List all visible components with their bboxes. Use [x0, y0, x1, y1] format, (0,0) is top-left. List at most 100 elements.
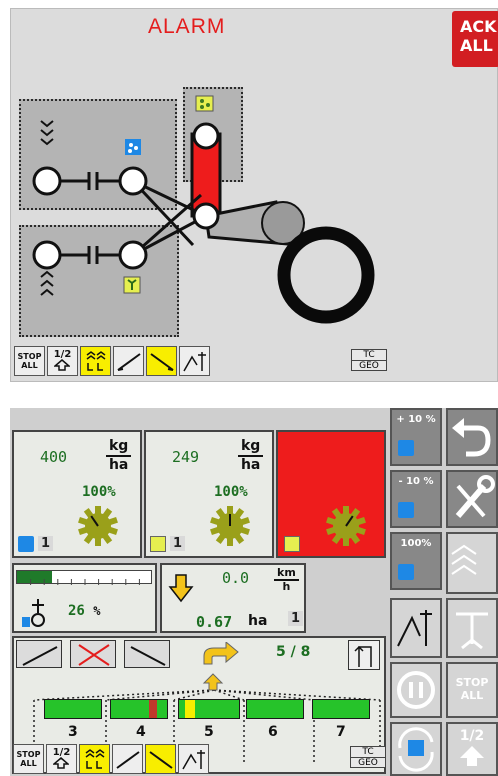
spinner-disc-right-icon [210, 506, 250, 546]
spreader-diagram [32, 95, 375, 324]
rate-reset-button[interactable]: 100% [390, 532, 442, 590]
water-drop-icon [18, 536, 34, 552]
headland-button[interactable] [178, 744, 209, 774]
headland-button[interactable] [179, 346, 210, 376]
tree-icon [150, 536, 166, 552]
work-screen: 400 kg ha 100% 1 249 kg ha 100% 1 26 % 0… [10, 408, 498, 776]
right-disc-top [118, 166, 148, 196]
rate-right-percent: 100% [214, 484, 248, 500]
speed-unit: km h [274, 567, 299, 593]
unit-kg: kg [106, 438, 132, 457]
section-3-bar[interactable] [44, 699, 102, 719]
all-label: ALL [20, 759, 37, 768]
half-width-button[interactable]: 1/2 [47, 346, 78, 376]
spread-direction-bottom-icon [40, 270, 54, 296]
hopper-percent-value: 26 [68, 603, 85, 619]
spread-pattern-side-button[interactable] [446, 532, 498, 594]
rate-panel-right[interactable]: 249 kg ha 100% 1 [144, 430, 274, 558]
speed-value: 0.0 [222, 569, 250, 587]
arrow-down-icon [168, 574, 194, 603]
rate-left-value: 400 [40, 448, 68, 466]
section-7-label: 7 [336, 724, 346, 740]
spread-direction-top-icon [40, 120, 54, 146]
rate-minus-button[interactable]: - 10 % [390, 470, 442, 528]
section-7-bar[interactable] [312, 699, 370, 719]
headland-icon [182, 352, 206, 372]
geo-label: GEO [351, 757, 385, 768]
section-4-bar[interactable] [110, 699, 168, 719]
water-drop-icon [398, 440, 414, 456]
border-spread-right-button[interactable] [145, 744, 176, 774]
section-right-number: 1 [170, 536, 186, 551]
arrow-up-icon [202, 673, 224, 691]
refill-button[interactable] [390, 722, 442, 776]
half-width-button[interactable]: 1/2 [46, 744, 77, 774]
spread-pattern-button[interactable] [80, 346, 111, 376]
section-6-label: 6 [268, 724, 278, 740]
hopper-seed-icon [195, 95, 214, 112]
hopper-percent-unit: % [93, 604, 101, 618]
unit-kg: kg [238, 438, 264, 457]
spread-chevrons-icon [451, 544, 477, 575]
section-6-bar[interactable] [246, 699, 304, 719]
back-button[interactable] [446, 408, 498, 466]
pause-button[interactable] [390, 662, 442, 718]
tc-geo-button[interactable]: TC GEO [350, 746, 386, 768]
border-spread-right-button[interactable] [146, 346, 177, 376]
headland-icon [397, 610, 432, 647]
unit-km: km [274, 567, 299, 581]
rate-left-percent: 100% [82, 484, 116, 500]
hopper-level-bar [16, 570, 152, 585]
tc-label: TC [363, 350, 375, 360]
half-label: 1/2 [459, 728, 485, 744]
rate-plus-label: + 10 % [396, 414, 436, 425]
area-counter[interactable]: 1 [288, 611, 304, 626]
hopper-scale [30, 579, 140, 585]
section-5-bar[interactable] [178, 699, 240, 719]
section-5-label: 5 [204, 724, 214, 740]
wrench-icon [455, 475, 495, 518]
headland-icon [181, 750, 205, 770]
border-spread-left-button[interactable] [112, 744, 143, 774]
stop-all-button[interactable]: STOP ALL [13, 744, 44, 774]
area-unit: ha [248, 613, 268, 629]
spinner-disc-fault-icon [326, 506, 366, 546]
rate-reset-label: 100% [400, 538, 432, 549]
section-4-label: 4 [136, 724, 146, 740]
stop-label: STOP [16, 750, 41, 759]
tc-geo-button[interactable]: TC GEO [351, 349, 387, 371]
all-label: ALL [21, 361, 38, 370]
rate-plus-button[interactable]: + 10 % [390, 408, 442, 466]
top-toolbar: STOP ALL 1/2 [14, 346, 210, 376]
stop-all-side-button[interactable]: STOP ALL [446, 662, 498, 718]
section-left-number: 1 [38, 536, 54, 551]
tc-label: TC [362, 747, 374, 757]
spread-pattern-button[interactable] [79, 744, 110, 774]
hopper-percent: 26 % [68, 603, 101, 619]
pause-icon [397, 671, 435, 709]
stop-label: STOP [455, 676, 489, 689]
rate-left-unit: kg ha [106, 438, 132, 474]
half-width-side-button[interactable]: 1/2 [446, 722, 498, 776]
water-drop-icon [398, 502, 414, 518]
settings-button[interactable] [446, 470, 498, 528]
rate-minus-label: - 10 % [398, 476, 434, 487]
rate-right-value: 249 [172, 448, 200, 466]
headland-side-button[interactable] [390, 598, 442, 658]
border-spread-left-icon [115, 751, 140, 769]
water-drop-icon [398, 564, 414, 580]
border-spread-right-icon [148, 751, 173, 769]
rate-right-unit: kg ha [238, 438, 264, 474]
unit-ha: ha [240, 457, 261, 473]
bottom-toolbar: STOP ALL 1/2 [13, 744, 209, 774]
hopper-seed-icon [284, 536, 300, 552]
border-spread-right-icon [149, 353, 174, 371]
unit-h: h [282, 580, 291, 593]
fault-panel[interactable] [276, 430, 386, 558]
tramline-icon [456, 612, 488, 650]
stop-all-button[interactable]: STOP ALL [14, 346, 45, 376]
border-spread-left-button[interactable] [113, 346, 144, 376]
tramline-button[interactable] [446, 598, 498, 658]
arrow-up-icon [52, 756, 71, 769]
rate-panel-left[interactable]: 400 kg ha 100% 1 [12, 430, 142, 558]
